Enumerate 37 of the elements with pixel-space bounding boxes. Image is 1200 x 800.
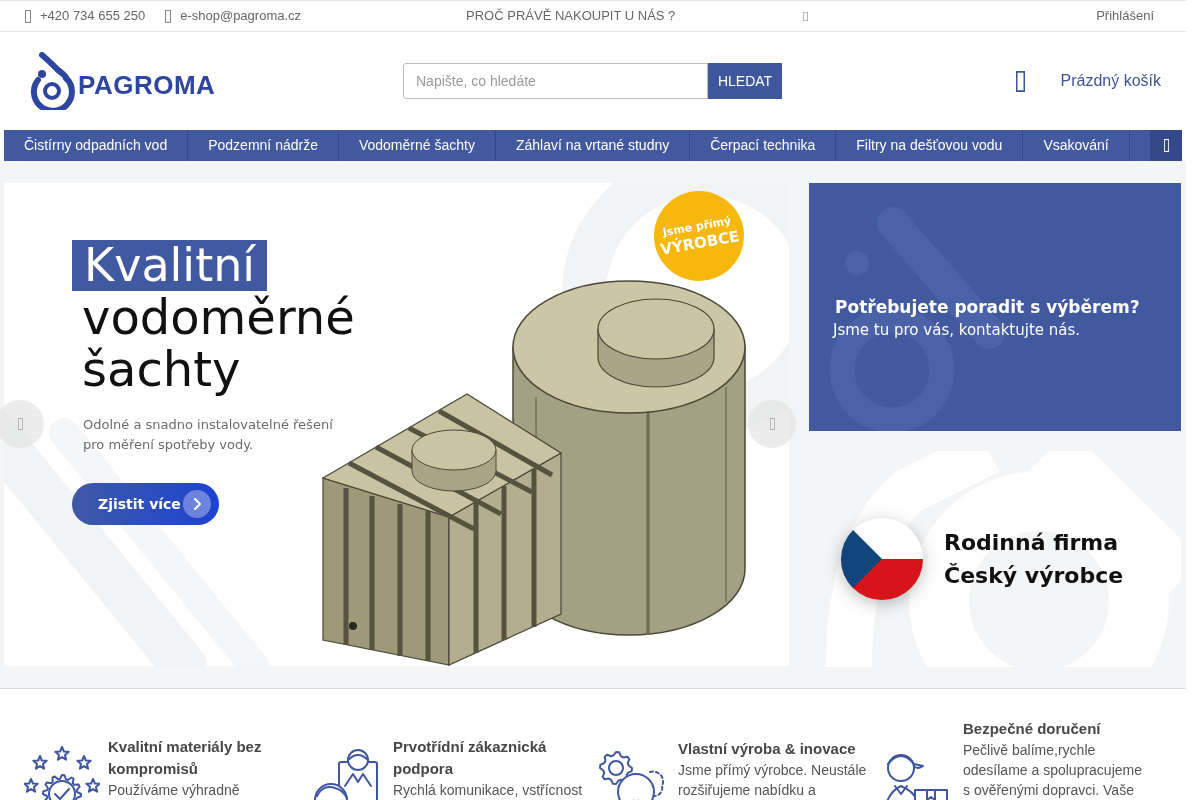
missing-glyph-icon xyxy=(769,418,775,430)
feature-text: Pečlivě balíme,rychle odesílame a spolupracujeme s ověřenými dopravci. Vaše xyxy=(963,741,1143,800)
feature-title: Bezpečné doručení xyxy=(963,719,1101,739)
banner-highlight: Kvalitní xyxy=(72,240,268,291)
banner-heading: Rodinná firma Český výrobce xyxy=(944,529,1124,590)
learn-more-button[interactable]: Zjistit více xyxy=(72,483,219,525)
stars-badge-icon xyxy=(24,746,100,800)
feature-text: Používáme výhradně xyxy=(108,781,240,800)
banner-subtitle: Odolné a snadno instalovatelné řešení pro měření spotřeby vody. xyxy=(83,416,333,454)
missing-glyph-icon xyxy=(803,11,809,21)
feature-title: Kvalitní materiály bez kompromisů xyxy=(108,737,263,779)
chevron-icon xyxy=(183,490,211,518)
email-link[interactable]: e-shop@pagroma.cz xyxy=(180,6,302,26)
login-link[interactable]: Přihlášení xyxy=(1096,6,1154,26)
missing-glyph-icon xyxy=(1015,70,1025,92)
hero-banner[interactable]: Kvalitní vodoměrné šachty Odolné a snadno instalovatelné řešení pro měření spotřeby vody. Zjistit více Jsme přímý VÝROBCE xyxy=(4,183,789,666)
why-buy-link[interactable]: PROČ PRÁVĚ NAKOUPIT U NÁS ? xyxy=(466,6,676,26)
cart-link[interactable]: Prázdný košík xyxy=(1060,69,1161,93)
feature-text: Rychlá komunikace, vstřícnost xyxy=(393,781,583,800)
phone-number[interactable]: +420 734 655 250 xyxy=(40,6,146,26)
search-button[interactable]: HLEDAT xyxy=(708,63,782,99)
feature-title: Prvotřídní zákaznická podpora xyxy=(393,737,548,779)
missing-glyph-icon xyxy=(1163,139,1169,152)
missing-glyph-icon xyxy=(165,9,172,23)
missing-glyph-icon xyxy=(17,418,23,430)
logo[interactable]: PAGROMA xyxy=(28,52,216,110)
search-field[interactable]: Napište, co hledáte xyxy=(403,63,708,99)
banner-title: vodoměrné šachty xyxy=(82,291,355,395)
banner-text: Jsme tu pro vás, kontaktujte nás. xyxy=(833,320,1081,341)
banner-title: Potřebujete poradit s výběrem? xyxy=(835,296,1140,319)
menu-more-button[interactable] xyxy=(1150,130,1182,161)
feature-title: Vlastní výroba & inovace xyxy=(678,739,856,759)
missing-glyph-icon xyxy=(25,9,31,23)
feature-text: Jsme přímý výrobce. Neustále rozšiřujeme nabídku a xyxy=(678,761,868,800)
logo-text: PAGROMA xyxy=(78,68,216,102)
logo-icon xyxy=(28,52,76,110)
contact-banner[interactable]: Potřebujete poradit s výběrem? Jsme tu pro vás, kontaktujte nás. xyxy=(809,183,1181,431)
